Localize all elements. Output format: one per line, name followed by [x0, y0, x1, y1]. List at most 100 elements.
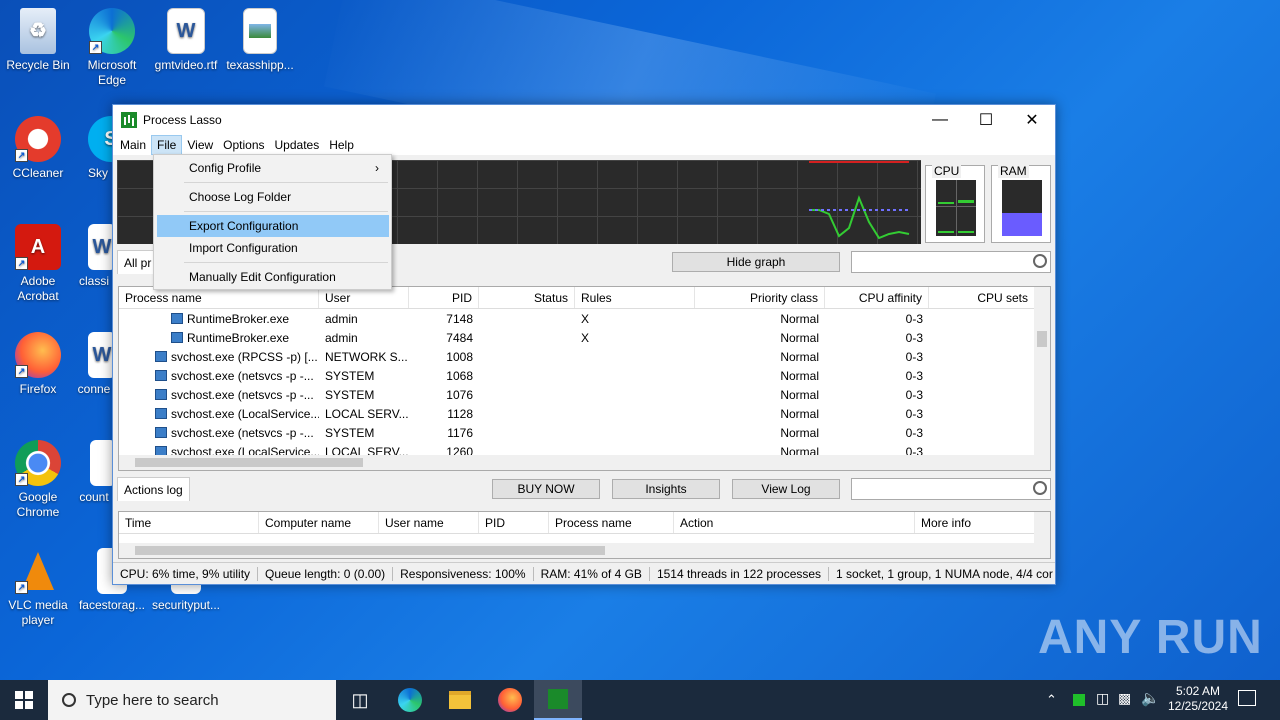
table-row[interactable]: svchost.exe (RPCSS -p) [... NETWORK S... 1…: [119, 347, 1050, 366]
menu-help[interactable]: Help: [324, 135, 359, 155]
hide-graph-button[interactable]: Hide graph: [672, 252, 840, 272]
ram-gauge-fill: [1002, 213, 1042, 236]
log-col-process-name[interactable]: Process name: [549, 512, 674, 533]
desktop-icon-firefox[interactable]: ↗ Firefox: [0, 332, 76, 397]
desktop-icon-count[interactable]: count: [76, 440, 112, 505]
taskbar-search-placeholder: Type here to search: [86, 691, 219, 709]
desktop-icon-gmtvideo[interactable]: W gmtvideo.rtf: [148, 8, 224, 73]
table-row[interactable]: RuntimeBroker.exe admin 7484 X Normal 0-3: [119, 328, 1050, 347]
log-col-pid[interactable]: PID: [479, 512, 549, 533]
rules-cell: X: [581, 311, 590, 326]
table-row[interactable]: svchost.exe (netsvcs -p -... SYSTEM 1068 No…: [119, 366, 1050, 385]
maximize-button[interactable]: ☐: [963, 105, 1009, 135]
desktop-icon-label: securityput...: [151, 598, 221, 612]
taskbar-firefox-icon[interactable]: [486, 680, 534, 720]
log-col-computer-name[interactable]: Computer name: [259, 512, 379, 533]
table-row[interactable]: RuntimeBroker.exe admin 7148 X Normal 0-3: [119, 309, 1050, 328]
desktop-icon-ccleaner[interactable]: ↗ CCleaner: [0, 116, 76, 181]
firefox-icon: ↗: [15, 332, 61, 378]
insights-button[interactable]: Insights: [612, 479, 720, 499]
desktop-icon-adobe-acrobat[interactable]: A ↗ Adobe Acrobat: [0, 224, 76, 304]
menu-item-config-profile[interactable]: Config Profile ›: [157, 157, 389, 179]
col-cpu-sets[interactable]: CPU sets: [929, 287, 1035, 308]
log-col-action[interactable]: Action: [674, 512, 915, 533]
actions-log-header: Time Computer name User name PID Process…: [119, 512, 1050, 534]
col-rules[interactable]: Rules: [575, 287, 695, 308]
cpu-gauge: CPU: [925, 164, 985, 243]
process-name: RuntimeBroker.exe: [187, 311, 290, 326]
vscroll-thumb[interactable]: [1037, 331, 1047, 347]
desktop-icon-chrome[interactable]: ↗ Google Chrome: [0, 440, 76, 520]
col-status[interactable]: Status: [479, 287, 575, 308]
process-icon: [155, 388, 167, 400]
tray-green-app-icon[interactable]: [1073, 694, 1085, 706]
col-process-name[interactable]: Process name: [119, 287, 319, 308]
log-hscroll-thumb[interactable]: [135, 546, 605, 555]
file-explorer-icon[interactable]: [436, 680, 484, 720]
cpu-cores-display: [936, 180, 976, 236]
user-cell: SYSTEM: [325, 368, 375, 383]
menu-view[interactable]: View: [182, 135, 218, 155]
menu-item-choose-log-folder[interactable]: Choose Log Folder: [157, 186, 389, 208]
col-cpu-affinity[interactable]: CPU affinity: [825, 287, 929, 308]
menu-options[interactable]: Options: [218, 135, 269, 155]
clock[interactable]: 5:02 AM 12/25/2024: [1163, 684, 1233, 714]
desktop-icon-recycle-bin[interactable]: ♻ Recycle Bin: [0, 8, 76, 73]
menu-main[interactable]: Main: [115, 135, 151, 155]
table-row[interactable]: svchost.exe (netsvcs -p -... SYSTEM 1076 No…: [119, 385, 1050, 404]
menu-item-manually-edit-configuration[interactable]: Manually Edit Configuration: [157, 266, 389, 288]
table-row[interactable]: svchost.exe (LocalService... LOCAL SERV..…: [119, 404, 1050, 423]
affinity-cell: 0-3: [905, 349, 923, 364]
ccleaner-icon: ↗: [15, 116, 61, 162]
desktop-icon-label: Google Chrome: [16, 490, 60, 519]
notification-center-icon[interactable]: [1238, 690, 1256, 706]
taskbar-search-box[interactable]: Type here to search: [48, 680, 336, 720]
chrome-icon: ↗: [15, 440, 61, 486]
col-user[interactable]: User: [319, 287, 409, 308]
desktop-icon-label: Firefox: [19, 382, 57, 396]
process-table-hscroll[interactable]: [119, 455, 1050, 470]
tray-device-icon[interactable]: ◫: [1096, 690, 1109, 707]
taskbar-process-lasso-icon[interactable]: [534, 680, 582, 720]
buy-now-button[interactable]: BUY NOW: [492, 479, 600, 499]
process-rows: RuntimeBroker.exe admin 7148 X Normal 0-3 Runt…: [119, 309, 1050, 461]
desktop-icon-classi[interactable]: W classi: [76, 224, 112, 289]
start-button[interactable]: [0, 680, 48, 720]
desktop-icon-edge[interactable]: ↗ Microsoft Edge: [74, 8, 150, 88]
menu-item-export-configuration[interactable]: Export Configuration: [157, 215, 389, 237]
desktop-icon-sky[interactable]: S Sky: [80, 116, 116, 181]
hscroll-thumb[interactable]: [135, 458, 363, 467]
title-bar[interactable]: Process Lasso — ☐ ✕: [113, 105, 1055, 135]
log-col-more-info[interactable]: More info: [915, 512, 1035, 533]
log-col-time[interactable]: Time: [119, 512, 259, 533]
tab-actions-log[interactable]: Actions log: [117, 477, 190, 501]
anyrun-watermark: ANY RUN: [1038, 611, 1263, 664]
task-view-icon[interactable]: ◫: [336, 680, 384, 720]
process-search-input[interactable]: [851, 251, 1051, 273]
view-log-button[interactable]: View Log: [732, 479, 840, 499]
taskbar-edge-icon[interactable]: [386, 680, 434, 720]
process-table-vscroll[interactable]: [1034, 287, 1050, 470]
desktop-icon-conne[interactable]: W conne: [76, 332, 112, 397]
menu-item-import-configuration[interactable]: Import Configuration: [157, 237, 389, 259]
affinity-cell: 0-3: [905, 406, 923, 421]
menu-updates[interactable]: Updates: [270, 135, 325, 155]
desktop-icon-label: Recycle Bin: [6, 58, 70, 72]
log-hscroll[interactable]: [119, 543, 1050, 558]
close-button[interactable]: ✕: [1009, 105, 1055, 135]
show-hidden-icons-chevron-icon[interactable]: ⌃: [1046, 692, 1057, 708]
desktop-icon-texasshipp[interactable]: texasshipp...: [222, 8, 298, 73]
network-icon[interactable]: ▩: [1118, 690, 1131, 707]
menu-file[interactable]: File: [151, 135, 183, 155]
process-name-cell: svchost.exe (netsvcs -p -...: [119, 426, 319, 440]
minimize-button[interactable]: —: [917, 105, 963, 135]
log-col-user-name[interactable]: User name: [379, 512, 479, 533]
volume-icon[interactable]: 🔈: [1141, 689, 1160, 707]
log-search-input[interactable]: [851, 478, 1051, 500]
col-pid[interactable]: PID: [409, 287, 479, 308]
table-row[interactable]: svchost.exe (netsvcs -p -... SYSTEM 1176 No…: [119, 423, 1050, 442]
desktop-icon-label: Adobe Acrobat: [17, 274, 59, 303]
col-priority-class[interactable]: Priority class: [695, 287, 825, 308]
desktop-icon-label: Microsoft Edge: [87, 58, 137, 87]
desktop-icon-vlc[interactable]: ↗ VLC media player: [0, 548, 76, 628]
